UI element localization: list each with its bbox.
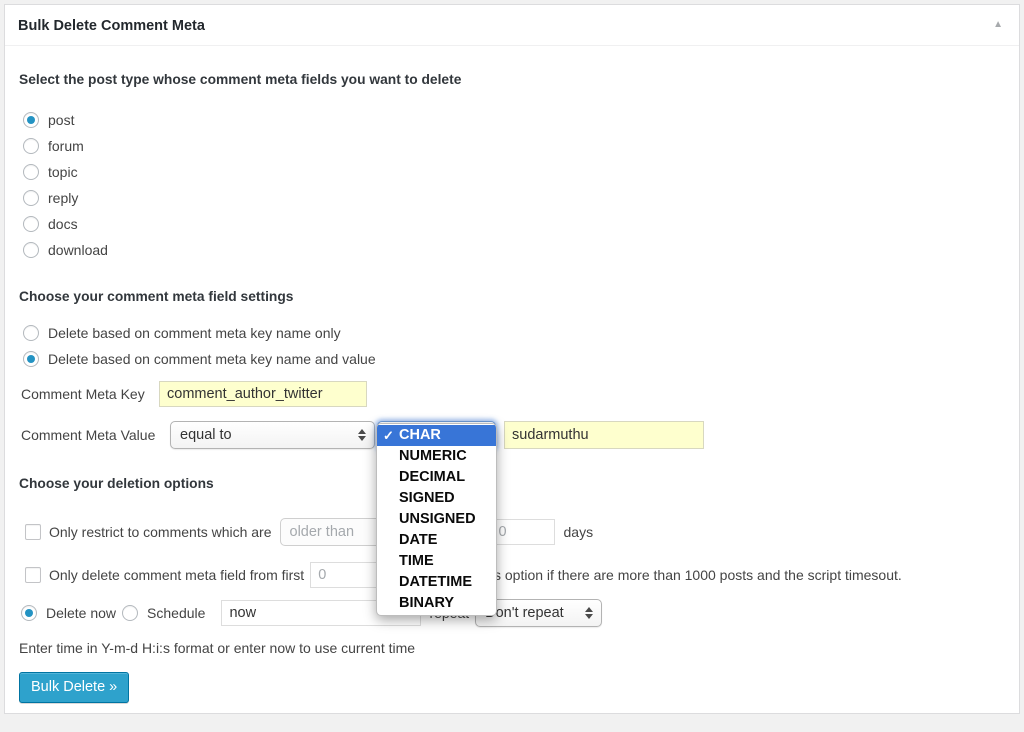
menu-item-label: DATETIME bbox=[399, 574, 472, 590]
post-type-option-reply[interactable]: reply bbox=[23, 185, 1007, 211]
select-arrows-icon bbox=[585, 607, 593, 619]
time-format-note: Enter time in Y-m-d H:i:s format or ente… bbox=[19, 640, 1007, 656]
days-input[interactable] bbox=[491, 519, 555, 545]
select-arrows-icon bbox=[358, 429, 366, 441]
radio-schedule[interactable] bbox=[122, 605, 138, 621]
radio-key-and-value[interactable] bbox=[23, 351, 39, 367]
restrict-checkbox[interactable] bbox=[25, 524, 41, 540]
limit-checkbox[interactable] bbox=[25, 567, 41, 583]
meta-operator-select[interactable]: equal to bbox=[170, 421, 375, 449]
delete-now-label: Delete now bbox=[46, 605, 116, 621]
radio-topic[interactable] bbox=[23, 164, 39, 180]
menu-item-unsigned[interactable]: UNSIGNED bbox=[377, 509, 496, 530]
post-type-radio-list: post forum topic reply docs download bbox=[19, 107, 1007, 263]
meta-value-row: Comment Meta Value equal to ✓ CHAR NUMER… bbox=[21, 420, 1007, 450]
radio-label: post bbox=[48, 112, 74, 128]
meta-key-input[interactable] bbox=[159, 381, 367, 407]
menu-item-label: UNSIGNED bbox=[399, 511, 476, 527]
limit-row: Only delete comment meta field from firs… bbox=[21, 560, 1007, 590]
radio-key-only[interactable] bbox=[23, 325, 39, 341]
menu-item-binary[interactable]: BINARY bbox=[377, 593, 496, 614]
radio-delete-now[interactable] bbox=[21, 605, 37, 621]
limit-suffix: this option if there are more than 1000 … bbox=[479, 567, 902, 583]
schedule-label: Schedule bbox=[147, 605, 205, 621]
limit-label: Only delete comment meta field from firs… bbox=[49, 567, 304, 583]
post-type-option-topic[interactable]: topic bbox=[23, 159, 1007, 185]
bulk-delete-comment-meta-metabox: Bulk Delete Comment Meta ▲ Select the po… bbox=[4, 4, 1020, 714]
radio-label: Delete based on comment meta key name on… bbox=[48, 325, 341, 341]
checkmark-icon: ✓ bbox=[383, 425, 394, 446]
menu-item-decimal[interactable]: DECIMAL bbox=[377, 467, 496, 488]
menu-item-time[interactable]: TIME bbox=[377, 551, 496, 572]
menu-item-label: NUMERIC bbox=[399, 448, 467, 464]
menu-item-label: CHAR bbox=[399, 427, 441, 443]
post-type-option-docs[interactable]: docs bbox=[23, 211, 1007, 237]
meta-option-key-and-value[interactable]: Delete based on comment meta key name an… bbox=[23, 346, 1007, 372]
post-type-heading: Select the post type whose comment meta … bbox=[19, 72, 1007, 87]
meta-option-key-only[interactable]: Delete based on comment meta key name on… bbox=[23, 320, 1007, 346]
menu-item-numeric[interactable]: NUMERIC bbox=[377, 446, 496, 467]
menu-item-datetime[interactable]: DATETIME bbox=[377, 572, 496, 593]
metabox-body: Select the post type whose comment meta … bbox=[5, 72, 1019, 703]
menu-item-date[interactable]: DATE bbox=[377, 530, 496, 551]
meta-key-label: Comment Meta Key bbox=[21, 386, 159, 402]
menu-item-label: TIME bbox=[399, 553, 434, 569]
schedule-row: Delete now Schedule repeat Don't repeat bbox=[21, 598, 1007, 628]
collapse-toggle-icon[interactable]: ▲ bbox=[993, 20, 1003, 30]
menu-item-char[interactable]: ✓ CHAR bbox=[377, 425, 496, 446]
radio-label: forum bbox=[48, 138, 84, 154]
post-type-option-forum[interactable]: forum bbox=[23, 133, 1007, 159]
radio-label: reply bbox=[48, 190, 78, 206]
radio-label: Delete based on comment meta key name an… bbox=[48, 351, 376, 367]
restrict-label: Only restrict to comments which are bbox=[49, 524, 272, 540]
menu-item-label: SIGNED bbox=[399, 490, 455, 506]
radio-label: download bbox=[48, 242, 108, 258]
comment-age-selected-value: older than bbox=[290, 524, 355, 540]
post-type-option-post[interactable]: post bbox=[23, 107, 1007, 133]
radio-forum[interactable] bbox=[23, 138, 39, 154]
menu-item-label: DECIMAL bbox=[399, 469, 465, 485]
restrict-row: Only restrict to comments which are olde… bbox=[21, 517, 1007, 547]
meta-field-heading: Choose your comment meta field settings bbox=[19, 289, 1007, 304]
radio-label: topic bbox=[48, 164, 78, 180]
meta-value-label: Comment Meta Value bbox=[21, 427, 170, 443]
radio-label: docs bbox=[48, 216, 78, 232]
meta-operator-selected-value: equal to bbox=[180, 427, 232, 443]
menu-item-label: DATE bbox=[399, 532, 437, 548]
meta-key-row: Comment Meta Key bbox=[21, 380, 1007, 408]
menu-item-label: BINARY bbox=[399, 595, 454, 611]
deletion-options-heading: Choose your deletion options bbox=[19, 476, 1007, 491]
metabox-header: Bulk Delete Comment Meta ▲ bbox=[5, 5, 1019, 46]
radio-post[interactable] bbox=[23, 112, 39, 128]
post-type-option-download[interactable]: download bbox=[23, 237, 1007, 263]
radio-download[interactable] bbox=[23, 242, 39, 258]
days-suffix: days bbox=[564, 524, 594, 540]
meta-type-dropdown-menu: ✓ CHAR NUMERIC DECIMAL SIGNED UNSIGNED D… bbox=[376, 423, 497, 616]
metabox-title: Bulk Delete Comment Meta bbox=[18, 18, 205, 34]
bulk-delete-button[interactable]: Bulk Delete » bbox=[19, 672, 129, 703]
menu-item-signed[interactable]: SIGNED bbox=[377, 488, 496, 509]
meta-type-select-wrap: ✓ CHAR NUMERIC DECIMAL SIGNED UNSIGNED D… bbox=[377, 421, 496, 450]
meta-field-radio-list: Delete based on comment meta key name on… bbox=[19, 320, 1007, 372]
radio-docs[interactable] bbox=[23, 216, 39, 232]
radio-reply[interactable] bbox=[23, 190, 39, 206]
meta-value-input[interactable] bbox=[504, 421, 704, 449]
